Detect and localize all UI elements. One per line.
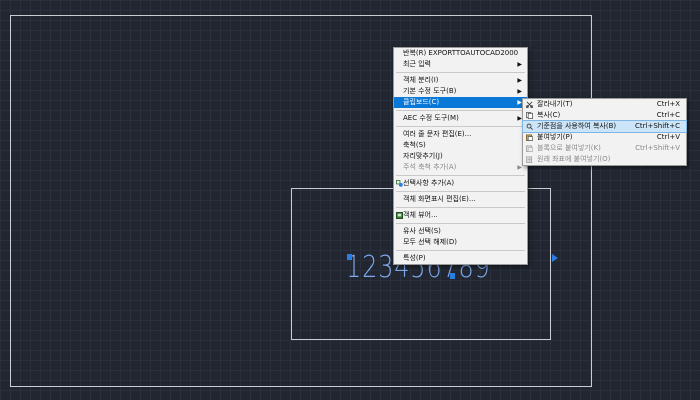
- menu-item-object-viewer[interactable]: 객체 뷰어...: [394, 210, 527, 221]
- menu-item-isolate-objects[interactable]: 객체 분리(I) ▶: [394, 75, 527, 86]
- menu-item-edit-object-display[interactable]: 객체 화면표시 편집(E)...: [394, 194, 527, 205]
- paste-icon: [526, 134, 533, 141]
- menu-item-label: 여러 줄 문자 편집(E)...: [403, 130, 472, 138]
- menu-separator: [396, 191, 525, 192]
- menu-separator: [396, 72, 525, 73]
- paste-block-icon: [526, 145, 533, 152]
- menu-item-label: 자리맞추기(J): [403, 152, 443, 160]
- menu-item-properties[interactable]: 특성(P): [394, 253, 527, 264]
- submenu-item-cut[interactable]: 잘라내기(T) Ctrl+X: [523, 99, 686, 110]
- menu-item-label: 주석 축척 추가(A): [403, 163, 457, 171]
- menu-separator: [396, 110, 525, 111]
- shortcut-label: Ctrl+Shift+V: [635, 144, 680, 152]
- submenu-item-label: 붙여넣기(P): [537, 133, 573, 141]
- menu-item-select-similar[interactable]: 유사 선택(S): [394, 226, 527, 237]
- cut-icon: [526, 101, 533, 108]
- menu-item-label: 선택사항 추가(A): [403, 179, 455, 187]
- drawing-canvas[interactable]: 123456789: [0, 0, 700, 400]
- menu-separator: [396, 207, 525, 208]
- menu-separator: [396, 175, 525, 176]
- submenu-arrow-icon: ▶: [517, 61, 522, 68]
- menu-item-annotation-scale: 주석 축척 추가(A) ▶: [394, 162, 527, 173]
- submenu-item-label: 복사(C): [537, 111, 561, 119]
- text-grip-insert[interactable]: [347, 254, 352, 260]
- submenu-item-paste-as-block: 블록으로 붙여넣기(K) Ctrl+Shift+V: [523, 143, 686, 154]
- menu-item-label: 기본 수정 도구(B): [403, 87, 457, 95]
- menu-item-add-selected[interactable]: 선택사항 추가(A): [394, 178, 527, 189]
- menu-item-scale[interactable]: 축척(S): [394, 140, 527, 151]
- shortcut-label: Ctrl+C: [656, 111, 680, 119]
- menu-item-recent-input[interactable]: 최근 입력 ▶: [394, 59, 527, 70]
- clipboard-submenu: 잘라내기(T) Ctrl+X 복사(C) Ctrl+C 기준점을 사용하여 복사…: [522, 98, 687, 166]
- menu-item-label: AEC 수정 도구(M): [403, 114, 459, 122]
- submenu-item-paste[interactable]: 붙여넣기(P) Ctrl+V: [523, 132, 686, 143]
- shortcut-label: Ctrl+V: [656, 133, 680, 141]
- submenu-item-label: 원래 좌표에 붙여넣기(O): [537, 155, 611, 163]
- menu-item-aec-modify-tools[interactable]: AEC 수정 도구(M) ▶: [394, 113, 527, 124]
- menu-separator: [396, 250, 525, 251]
- submenu-arrow-icon: ▶: [517, 88, 522, 95]
- menu-item-justify[interactable]: 자리맞추기(J): [394, 151, 527, 162]
- submenu-item-paste-original-coords: 원래 좌표에 붙여넣기(O): [523, 154, 686, 165]
- menu-item-basic-modify-tools[interactable]: 기본 수정 도구(B) ▶: [394, 86, 527, 97]
- menu-item-deselect-all[interactable]: 모두 선택 해제(D): [394, 237, 527, 248]
- text-grip-middle[interactable]: [450, 273, 455, 279]
- menu-item-label: 모두 선택 해제(D): [403, 238, 457, 246]
- menu-item-label: 객체 분리(I): [403, 76, 439, 84]
- submenu-arrow-icon: ▶: [517, 77, 522, 84]
- text-grip-arrow[interactable]: [552, 254, 558, 262]
- context-menu: 반복(R) EXPORTTOAUTOCAD2000 최근 입력 ▶ 객체 분리(I…: [393, 47, 528, 265]
- menu-item-label: 객체 뷰어...: [403, 211, 438, 219]
- copy-icon: [526, 112, 533, 119]
- add-selection-icon: [396, 180, 403, 187]
- submenu-item-label: 잘라내기(T): [537, 100, 573, 108]
- submenu-item-copy[interactable]: 복사(C) Ctrl+C: [523, 110, 686, 121]
- copy-basepoint-icon: [526, 123, 533, 130]
- paste-original-icon: [526, 156, 533, 163]
- shortcut-label: Ctrl+X: [656, 100, 680, 108]
- menu-item-mtext-edit[interactable]: 여러 줄 문자 편집(E)...: [394, 129, 527, 140]
- menu-item-repeat[interactable]: 반복(R) EXPORTTOAUTOCAD2000: [394, 48, 527, 59]
- menu-item-label: 특성(P): [403, 254, 426, 262]
- menu-item-label: 축척(S): [403, 141, 426, 149]
- menu-separator: [396, 223, 525, 224]
- menu-item-label: 유사 선택(S): [403, 227, 441, 235]
- menu-item-clipboard[interactable]: 클립보드(C) ▶: [394, 97, 527, 108]
- menu-separator: [396, 126, 525, 127]
- menu-item-label: 최근 입력: [403, 60, 431, 68]
- object-viewer-icon: [396, 212, 403, 219]
- menu-item-label: 클립보드(C): [403, 98, 440, 106]
- submenu-item-label: 블록으로 붙여넣기(K): [537, 144, 601, 152]
- menu-item-label: 객체 화면표시 편집(E)...: [403, 195, 476, 203]
- shortcut-label: Ctrl+Shift+C: [635, 122, 680, 130]
- menu-item-label: 반복(R) EXPORTTOAUTOCAD2000: [403, 49, 519, 57]
- submenu-item-copy-with-basepoint[interactable]: 기준점을 사용하여 복사(B) Ctrl+Shift+C: [522, 120, 687, 133]
- submenu-item-label: 기준점을 사용하여 복사(B): [537, 122, 617, 130]
